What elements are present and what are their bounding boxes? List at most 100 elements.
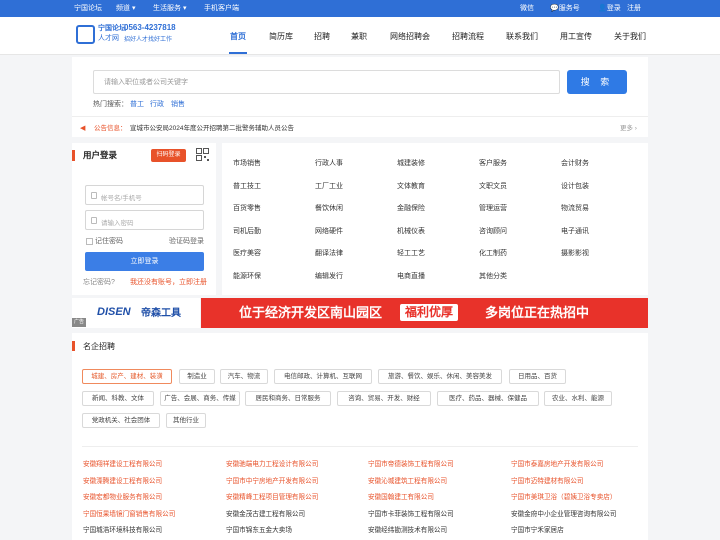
category-item[interactable]: 普工技工 [233, 182, 261, 191]
category-item[interactable]: 网络硬件 [315, 227, 343, 236]
category-item[interactable]: 其他分类 [479, 272, 507, 281]
industry-tag[interactable]: 电信邮政、计算机、互联网 [274, 369, 372, 384]
banner-hiring: 多岗位正在热招中 [485, 305, 590, 320]
company-link[interactable]: 安徽驰端电力工程设计有限公司 [226, 460, 318, 469]
login-title: 用户登录 [83, 150, 118, 160]
industry-tag[interactable]: 城建、房产、建材、装潢 [82, 369, 172, 384]
logo-icon[interactable] [76, 25, 95, 44]
search-button[interactable]: 搜 索 [567, 70, 627, 94]
notice-text[interactable]: 宣城市公安局2024年度公开招聘第二批警务辅助人员公告 [130, 124, 294, 133]
company-link[interactable]: 安徽经纬勘测技术有限公司 [368, 526, 447, 535]
company-link[interactable]: 宁国城浩环境科技有限公司 [83, 526, 162, 535]
company-link[interactable]: 宁国市锦东五金大卖场 [226, 526, 292, 535]
industry-tag[interactable]: 制造业 [179, 369, 215, 384]
category-item[interactable]: 电商直播 [397, 272, 425, 281]
nav-resume[interactable]: 简历库 [269, 31, 293, 42]
industry-tag[interactable]: 农业、水利、能源 [544, 391, 612, 406]
industry-tag[interactable]: 党政机关、社会团体 [82, 413, 160, 428]
industry-tag[interactable]: 旅游、餐饮、娱乐、休闲、美容美发 [378, 369, 502, 384]
category-item[interactable]: 城建装修 [397, 159, 425, 168]
category-item[interactable]: 化工制药 [479, 249, 507, 258]
category-item[interactable]: 会计财务 [561, 159, 589, 168]
notice-more-link[interactable]: 更多 › [620, 124, 637, 133]
register-link[interactable]: 我还没有账号，立即注册 [130, 278, 207, 287]
industry-tag[interactable]: 医疗、药品、器械、保健品 [437, 391, 539, 406]
company-link[interactable]: 宁国市泰嘉房地产开发有限公司 [511, 460, 603, 469]
industry-tag[interactable]: 其他行业 [166, 413, 206, 428]
company-link[interactable]: 安徽国翰建工有限公司 [368, 493, 434, 502]
company-link[interactable]: 宁国市卡菲装饰工程有限公司 [368, 510, 454, 519]
category-item[interactable]: 客户服务 [479, 159, 507, 168]
hot-search-item[interactable]: 行政 [150, 100, 164, 109]
channel-menu[interactable]: 频道 ▾ [116, 4, 135, 13]
industry-tag[interactable]: 新闻、科教、文体 [82, 391, 154, 406]
company-link[interactable]: 安徽溧腾建设工程有限公司 [83, 477, 162, 486]
remember-checkbox[interactable] [86, 238, 93, 245]
category-item[interactable]: 物流贸易 [561, 204, 589, 213]
nav-parttime[interactable]: 兼职 [351, 31, 367, 42]
industry-tag[interactable]: 日用品、百货 [509, 369, 566, 384]
category-item[interactable]: 餐饮休闲 [315, 204, 343, 213]
company-link[interactable]: 安徽金府中小企业管理咨询有限公司 [511, 510, 617, 519]
company-link[interactable]: 宁国市美琪卫浴（碧姨卫浴专卖店） [511, 493, 617, 502]
category-item[interactable]: 编辑发行 [315, 272, 343, 281]
company-link[interactable]: 宁国市宁禾家居店 [511, 526, 564, 535]
company-link[interactable]: 宁国恒果墙镜门窗销售有限公司 [83, 510, 175, 519]
company-link[interactable]: 安徽翔祥建设工程有限公司 [83, 460, 162, 469]
category-item[interactable]: 百货零售 [233, 204, 261, 213]
category-item[interactable]: 设计包装 [561, 182, 589, 191]
nav-jobs[interactable]: 招聘 [314, 31, 330, 42]
nav-about[interactable]: 关于我们 [614, 31, 646, 42]
company-link[interactable]: 安徽宏都物业服务有限公司 [83, 493, 162, 502]
category-item[interactable]: 机械仪表 [397, 227, 425, 236]
chevron-down-icon: ▾ [182, 5, 187, 12]
company-link[interactable]: 宁国市迈特建材有限公司 [511, 477, 584, 486]
sms-login-link[interactable]: 验证码登录 [169, 237, 204, 246]
nav-home[interactable]: 首页 [230, 31, 246, 42]
service-account-link[interactable]: 💬服务号 [550, 4, 580, 13]
category-item[interactable]: 金融保险 [397, 204, 425, 213]
company-link[interactable]: 宁国市帝德装饰工程有限公司 [368, 460, 454, 469]
industry-tag[interactable]: 汽车、物流 [220, 369, 268, 384]
register-link[interactable]: 注册 [627, 4, 641, 13]
search-input[interactable]: 请输入职位或者公司关键字 [93, 70, 560, 94]
wechat-link[interactable]: 微信 [520, 4, 534, 13]
category-item[interactable]: 轻工工艺 [397, 249, 425, 258]
industry-tag[interactable]: 广告、会展、商务、传媒 [160, 391, 240, 406]
category-item[interactable]: 电子通讯 [561, 227, 589, 236]
nav-job-fair[interactable]: 网络招聘会 [390, 31, 430, 42]
life-service-menu[interactable]: 生活服务 ▾ [153, 4, 186, 13]
login-submit-button[interactable]: 立即登录 [85, 252, 204, 271]
scan-login-tab[interactable]: 扫码登录 [151, 149, 186, 162]
nav-contact[interactable]: 联系我们 [506, 31, 538, 42]
category-item[interactable]: 行政人事 [315, 159, 343, 168]
company-link[interactable]: 宁国市中宁房地产开发有限公司 [226, 477, 318, 486]
category-item[interactable]: 司机后勤 [233, 227, 261, 236]
company-link[interactable]: 安徽沁城建筑工程有限公司 [368, 477, 447, 486]
username-field[interactable]: 帐号名/手机号 [85, 185, 204, 205]
company-link[interactable]: 安徽精峰工程项目管理有限公司 [226, 493, 318, 502]
forgot-password-link[interactable]: 忘记密码? [83, 278, 115, 287]
category-item[interactable]: 市场销售 [233, 159, 261, 168]
company-link[interactable]: 安徽金茂古建工程有限公司 [226, 510, 305, 519]
category-item[interactable]: 工厂工业 [315, 182, 343, 191]
nav-process[interactable]: 招聘流程 [452, 31, 484, 42]
category-item[interactable]: 文职文员 [479, 182, 507, 191]
category-item[interactable]: 文体教育 [397, 182, 425, 191]
category-item[interactable]: 能源环保 [233, 272, 261, 281]
hot-search-item[interactable]: 普工 [130, 100, 144, 109]
qr-code-icon[interactable] [196, 148, 209, 161]
category-item[interactable]: 管理运营 [479, 204, 507, 213]
hot-search-item[interactable]: 销售 [171, 100, 185, 109]
industry-tag[interactable]: 咨询、贸易、开发、财经 [337, 391, 431, 406]
category-item[interactable]: 咨询顾问 [479, 227, 507, 236]
category-item[interactable]: 摄影影视 [561, 249, 589, 258]
industry-tag[interactable]: 居民和商务、日常服务 [245, 391, 331, 406]
site-name-link[interactable]: 宁国论坛 [74, 4, 102, 13]
category-item[interactable]: 医疗美容 [233, 249, 261, 258]
password-field[interactable]: 请输入密码 [85, 210, 204, 230]
mobile-client-link[interactable]: 手机客户端 [204, 4, 239, 13]
nav-promo[interactable]: 用工宣传 [560, 31, 592, 42]
login-link[interactable]: 👤登录 [598, 4, 621, 13]
category-item[interactable]: 翻译法律 [315, 249, 343, 258]
